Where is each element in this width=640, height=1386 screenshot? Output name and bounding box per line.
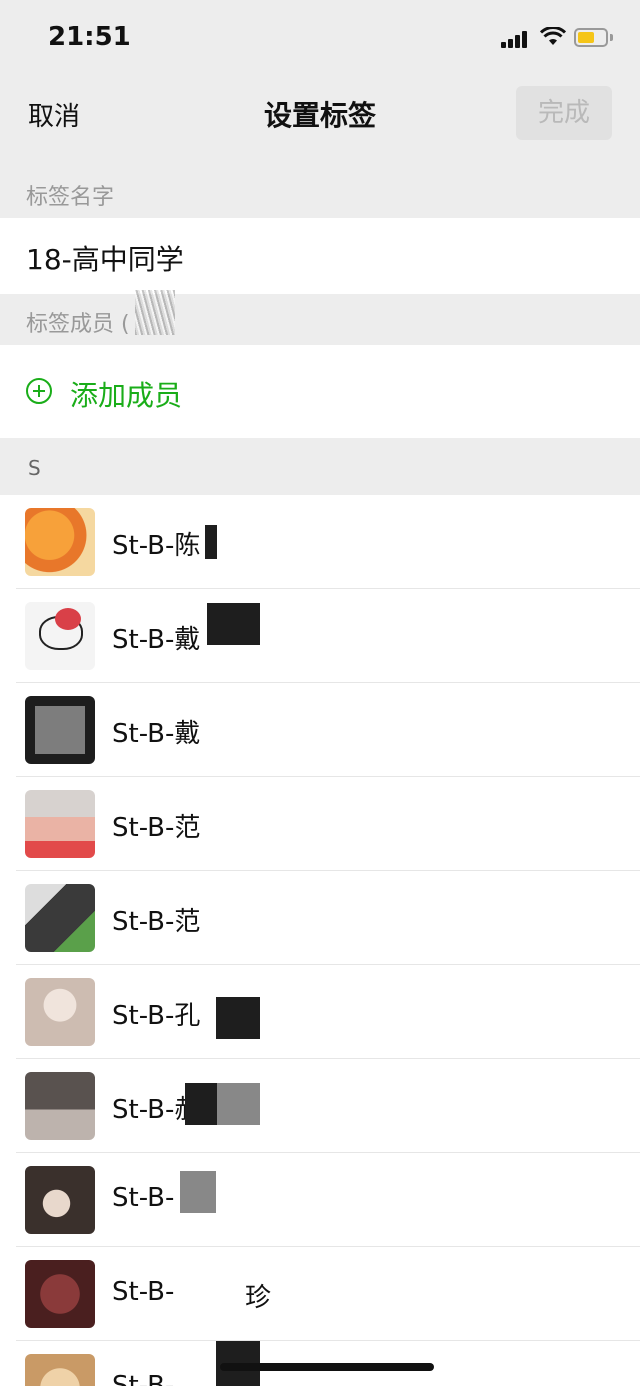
status-bar: 21:51 xyxy=(0,0,640,78)
home-indicator xyxy=(220,1363,434,1371)
avatar xyxy=(25,696,95,764)
member-name: St-B-范 xyxy=(112,907,201,937)
member-name: St-B- xyxy=(112,1277,175,1307)
member-list: St-B-陈 St-B-戴 St-B-戴 St-B-范 St-B-范 St-B-… xyxy=(0,495,640,1386)
member-name: St-B-陈 xyxy=(112,531,201,561)
member-name: St-B-戴 xyxy=(112,625,201,655)
status-time: 21:51 xyxy=(48,22,131,52)
list-item[interactable]: St-B-范 xyxy=(0,871,640,965)
tag-name-field[interactable]: 18-高中同学 xyxy=(0,218,640,294)
member-name: St-B- xyxy=(112,1183,175,1213)
signal-icon xyxy=(501,30,533,48)
avatar xyxy=(25,508,95,576)
redaction-block xyxy=(216,997,260,1039)
list-item[interactable]: St-B-范 xyxy=(0,777,640,871)
member-name: St-B-孔 xyxy=(112,1001,201,1031)
battery-level xyxy=(578,32,594,43)
avatar xyxy=(25,1072,95,1140)
redaction-block xyxy=(205,525,217,559)
add-member-label: 添加成员 xyxy=(70,379,183,412)
avatar xyxy=(25,1260,95,1328)
list-item[interactable]: St-B-郝 xyxy=(0,1059,640,1153)
member-name: St-B-范 xyxy=(112,813,201,843)
done-button[interactable]: 完成 xyxy=(516,86,612,140)
avatar xyxy=(25,602,95,670)
member-name-suffix: 珍 xyxy=(245,1283,272,1313)
tag-name-section-label: 标签名字 xyxy=(26,185,115,210)
battery-tip xyxy=(610,34,613,41)
avatar xyxy=(25,884,95,952)
nav-bar: 设置标签 取消 完成 xyxy=(0,78,640,150)
list-item[interactable]: St-B-孔 xyxy=(0,965,640,1059)
redaction-block xyxy=(185,1083,217,1125)
list-item[interactable]: St-B-戴 xyxy=(0,683,640,777)
redaction-block xyxy=(207,603,260,645)
avatar xyxy=(25,978,95,1046)
wifi-icon xyxy=(540,27,566,45)
index-letter: S xyxy=(28,456,41,480)
member-name: St-B-戴 xyxy=(112,719,201,749)
tag-name-value[interactable]: 18-高中同学 xyxy=(26,238,184,278)
cancel-button[interactable]: 取消 xyxy=(28,96,80,133)
list-item[interactable]: St-B-陈 xyxy=(0,495,640,589)
avatar xyxy=(25,790,95,858)
avatar xyxy=(25,1166,95,1234)
list-item[interactable]: St-B- xyxy=(0,1153,640,1247)
battery-icon xyxy=(574,28,608,47)
index-header: S xyxy=(0,440,640,495)
screen: 21:51 设置标签 取消 完成 标签名字 18-高中同学 标签成员 ( 添加成… xyxy=(0,0,640,1386)
list-item[interactable]: St-B-戴 xyxy=(0,589,640,683)
member-name: St-B- xyxy=(112,1371,175,1386)
avatar xyxy=(25,1354,95,1386)
redaction-block xyxy=(180,1171,216,1213)
tag-members-section-label: 标签成员 ( xyxy=(26,312,130,337)
redaction-block xyxy=(217,1083,260,1125)
add-circle-icon xyxy=(26,378,52,404)
list-item[interactable]: St-B- 珍 xyxy=(0,1247,640,1341)
redaction-scribble xyxy=(135,290,175,335)
add-member-button[interactable]: 添加成员 xyxy=(0,345,640,438)
